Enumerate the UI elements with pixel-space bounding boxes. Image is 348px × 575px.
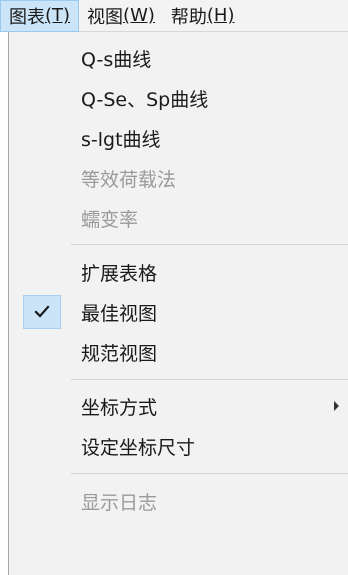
menu-help-mnemonic: (H): [206, 5, 235, 26]
menu-item-qs-curve-label: Q-s曲线: [81, 48, 152, 71]
menu-item-coordinate-mode[interactable]: 坐标方式: [9, 386, 348, 426]
menu-item-s-lgt-curve-label: s-lgt曲线: [81, 128, 161, 151]
menu-item-show-log-label: 显示日志: [81, 491, 158, 514]
chart-dropdown-menu: Q-s曲线 Q-Se、Sp曲线 s-lgt曲线 等效荷载法 蠕变率 扩展表格 最…: [8, 32, 348, 575]
menu-view-mnemonic: (W): [123, 5, 155, 26]
menu-item-best-view-label: 最佳视图: [81, 302, 158, 325]
menu-view[interactable]: 视图 (W): [79, 0, 163, 32]
app-window: 图表 (T) 视图 (W) 帮助 (H) Q-s曲线 Q-Se、Sp曲线 s-lgt曲…: [0, 0, 348, 575]
menu-item-creep-rate: 蠕变率: [9, 198, 348, 238]
menu-item-creep-rate-label: 蠕变率: [81, 208, 139, 231]
menu-item-equivalent-load-label: 等效荷载法: [81, 168, 177, 191]
menu-bar: 图表 (T) 视图 (W) 帮助 (H): [0, 0, 348, 32]
menu-chart-mnemonic: (T): [45, 5, 71, 26]
menu-view-label: 视图: [87, 6, 124, 28]
menu-item-extend-table[interactable]: 扩展表格: [9, 252, 348, 292]
menu-item-standard-view[interactable]: 规范视图: [9, 332, 348, 372]
menu-help[interactable]: 帮助 (H): [163, 0, 243, 32]
menu-item-show-log: 显示日志: [9, 481, 348, 521]
check-icon: [23, 295, 61, 329]
menu-item-best-view[interactable]: 最佳视图: [9, 292, 348, 332]
menu-item-qse-sp-curve-label: Q-Se、Sp曲线: [81, 88, 209, 111]
menu-separator: [71, 379, 348, 380]
menu-separator: [71, 473, 348, 474]
menu-item-standard-view-label: 规范视图: [81, 342, 158, 365]
menu-chart-label: 图表: [9, 6, 45, 28]
menu-item-coordinate-mode-label: 坐标方式: [81, 396, 158, 419]
menu-item-s-lgt-curve[interactable]: s-lgt曲线: [9, 118, 348, 158]
menu-item-set-coordinate-size-label: 设定坐标尺寸: [81, 436, 196, 459]
menu-chart[interactable]: 图表 (T): [0, 0, 80, 32]
menu-help-label: 帮助: [170, 6, 207, 28]
menu-item-qs-curve[interactable]: Q-s曲线: [9, 38, 348, 78]
menu-item-equivalent-load: 等效荷载法: [9, 158, 348, 198]
menu-item-qse-sp-curve[interactable]: Q-Se、Sp曲线: [9, 78, 348, 118]
chevron-right-icon: [334, 401, 339, 411]
menu-item-set-coordinate-size[interactable]: 设定坐标尺寸: [9, 426, 348, 466]
menu-separator: [71, 244, 348, 245]
menu-item-extend-table-label: 扩展表格: [81, 262, 158, 285]
